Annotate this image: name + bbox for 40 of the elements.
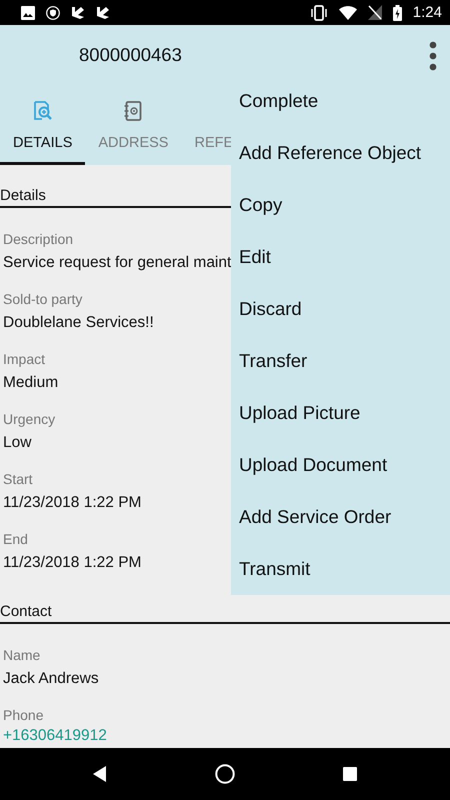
menu-item[interactable]: Upload Picture [231, 387, 450, 439]
field-label: Start [3, 470, 33, 489]
toolbar-title: 8000000463 [79, 44, 182, 66]
menu-item[interactable]: Discard [231, 283, 450, 335]
back-icon [93, 766, 107, 782]
menu-item[interactable]: Upload Document [231, 439, 450, 491]
no-signal-icon [368, 5, 382, 20]
recents-icon [343, 767, 357, 781]
tab[interactable]: DETAILS [0, 85, 86, 165]
field-value: 11/23/2018 1:22 PM [3, 553, 142, 573]
menu-item[interactable]: Add Reference Object [231, 127, 450, 179]
field-value: Low [3, 433, 32, 453]
menu-item[interactable]: Complete [231, 75, 450, 127]
section-header: Contact [0, 603, 450, 624]
field-label: Urgency [3, 410, 56, 429]
clock-time: 1:24 [412, 4, 442, 21]
document-search-icon [32, 101, 53, 121]
field-label: Description [3, 230, 74, 249]
menu-item[interactable]: Edit [231, 231, 450, 283]
menu-item[interactable]: Transmit [231, 543, 450, 595]
field-label: End [3, 530, 28, 549]
shield-icon [46, 6, 60, 20]
field-value: 11/23/2018 1:22 PM [3, 493, 142, 513]
battery-charging-icon [392, 4, 402, 20]
menu-item[interactable]: Transfer [231, 335, 450, 387]
address-book-icon [124, 101, 142, 121]
field-value: Jack Andrews [3, 669, 99, 689]
field-label: Sold-to party [3, 290, 82, 309]
image-icon [21, 6, 35, 20]
field-label: Name [3, 646, 40, 665]
vibrate-icon [310, 4, 328, 20]
wifi-icon [338, 6, 357, 20]
home-icon [215, 764, 235, 784]
field-label: Phone [3, 706, 44, 725]
field-value: Doublelane Services!! [3, 313, 154, 333]
more-options-icon [429, 41, 437, 71]
field-value: Medium [3, 373, 58, 393]
field-label: Impact [3, 350, 46, 369]
field-value: Service request for general maint [3, 253, 232, 273]
menu-item[interactable]: Add Service Order [231, 491, 450, 543]
